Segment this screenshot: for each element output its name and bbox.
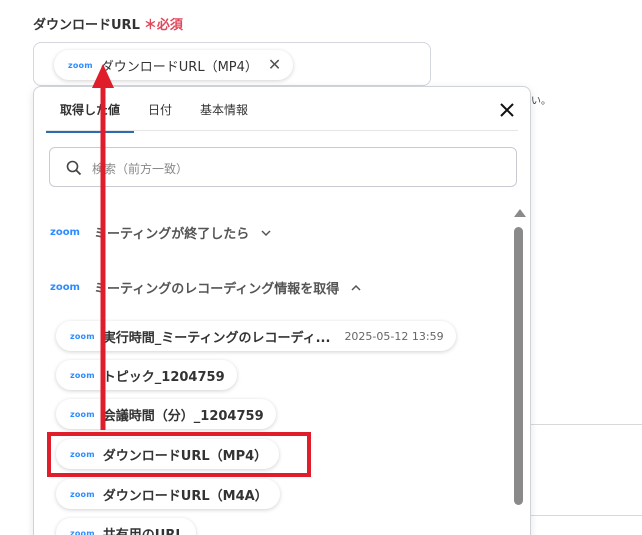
annotation-arrow-icon: [92, 64, 114, 430]
